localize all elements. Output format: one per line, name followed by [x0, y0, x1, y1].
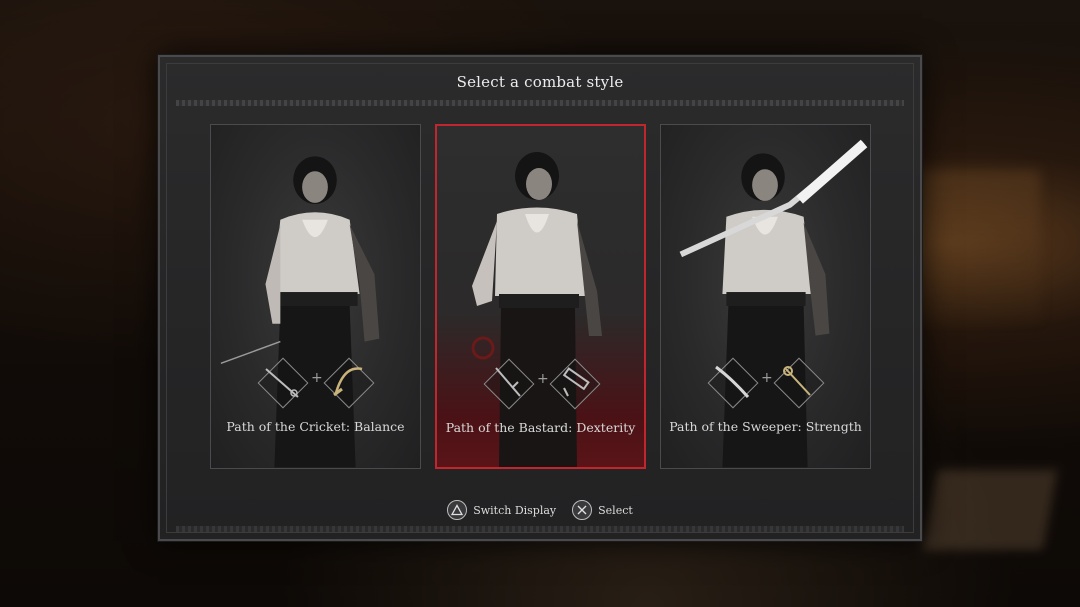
background-shelf [920, 170, 1040, 320]
select-button[interactable]: Select [572, 500, 633, 520]
dagger-icon [495, 367, 521, 397]
mace-icon [783, 366, 811, 396]
character-portrait-bastard [471, 152, 602, 467]
background-box [922, 470, 1058, 550]
style-label: Path of the Cricket: Balance [226, 419, 405, 434]
title-divider [176, 100, 904, 106]
button-prompts: Switch Display Select [160, 497, 920, 523]
plus-icon: + [761, 370, 773, 386]
weapon-loadout: + [661, 357, 870, 409]
switch-display-button[interactable]: Switch Display [447, 500, 556, 520]
greatsword-icon [715, 365, 750, 398]
dialog-title: Select a combat style [456, 73, 624, 91]
select-label: Select [598, 503, 633, 517]
style-card-sweeper[interactable]: + Path of the Sweeper: Strength [660, 124, 871, 469]
footer-divider [176, 526, 904, 532]
style-label: Path of the Sweeper: Strength [669, 419, 862, 434]
combat-style-dialog: Select a combat style + Path of the Cric… [158, 55, 922, 541]
switch-display-label: Switch Display [473, 503, 557, 517]
style-card-bastard[interactable]: + Path of the Bastard: Dexterity [435, 124, 646, 469]
character-portrait-cricket [220, 156, 380, 468]
sabre-icon [333, 367, 363, 397]
weapon-loadout: + [211, 357, 420, 409]
plus-icon: + [311, 370, 323, 386]
character-portrait-sweeper [679, 139, 868, 468]
rapier-icon [265, 368, 299, 398]
triangle-button-icon [447, 500, 468, 520]
weapon-loadout: + [437, 358, 644, 410]
style-label: Path of the Bastard: Dexterity [445, 420, 636, 435]
style-card-cricket[interactable]: + Path of the Cricket: Balance [210, 124, 421, 469]
cross-button-icon [572, 500, 593, 520]
hand-cannon-icon [562, 367, 590, 397]
plus-icon: + [537, 371, 549, 387]
